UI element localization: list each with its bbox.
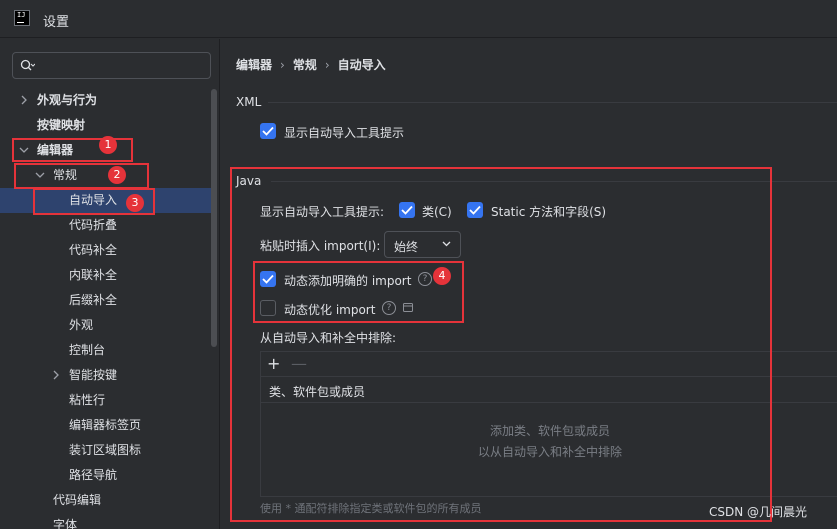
annotation-box-dynamic-imports — [253, 261, 464, 323]
breadcrumb-separator-icon: › — [324, 58, 330, 72]
xml-section-divider — [268, 102, 837, 103]
window-title: 设置 — [43, 15, 70, 30]
sidebar-item-breadcrumbs[interactable]: 路径导航 — [0, 463, 212, 488]
chevron-right-icon[interactable] — [51, 370, 61, 380]
sidebar-item-inline-completion[interactable]: 内联补全 — [0, 263, 212, 288]
sidebar-item-label: 后缀补全 — [69, 293, 118, 307]
sidebar-item-label: 智能按键 — [69, 368, 118, 382]
sidebar-item-console[interactable]: 控制台 — [0, 338, 212, 363]
sidebar-item-sticky-lines[interactable]: 粘性行 — [0, 388, 212, 413]
title-bar: IJ 设置 — [0, 0, 837, 38]
sidebar-item-label: 代码编辑 — [53, 493, 102, 507]
chevron-right-icon[interactable] — [19, 95, 29, 105]
sidebar-item-label: 按键映射 — [37, 118, 86, 132]
sidebar-item-label: 编辑器标签页 — [69, 418, 142, 432]
sidebar-scrollbar[interactable] — [211, 89, 217, 347]
breadcrumb-auto-import: 自动导入 — [337, 58, 386, 72]
sidebar-item-label: 内联补全 — [69, 268, 118, 282]
annotation-badge-4: 4 — [433, 267, 451, 285]
sidebar-item-code-editing[interactable]: 代码编辑 — [0, 488, 212, 513]
sidebar-item-label: 外观 — [69, 318, 94, 332]
annotation-box-java — [230, 167, 772, 522]
search-box[interactable] — [12, 52, 211, 79]
sidebar-item-gutter-icons[interactable]: 装订区域图标 — [0, 438, 212, 463]
breadcrumb-editor[interactable]: 编辑器 — [236, 58, 272, 72]
sidebar-item-code-folding[interactable]: 代码折叠 — [0, 213, 212, 238]
sidebar-item-label: 路径导航 — [69, 468, 118, 482]
sidebar-item-appearance-editor[interactable]: 外观 — [0, 313, 212, 338]
xml-show-popup-checkbox[interactable] — [260, 123, 276, 139]
sidebar-item-appearance[interactable]: 外观与行为 — [0, 88, 212, 113]
sidebar-item-label: 代码折叠 — [69, 218, 118, 232]
annotation-box-general — [14, 163, 149, 189]
settings-sidebar: 外观与行为 按键映射 编辑器 常规 自动导入 代码折叠 代码补全 内联补全 后缀… — [0, 39, 220, 529]
checkmark-icon — [262, 126, 274, 136]
watermark: CSDN @几间晨光 — [709, 505, 808, 519]
sidebar-item-code-completion[interactable]: 代码补全 — [0, 238, 212, 263]
intellij-logo-icon: IJ — [14, 10, 30, 26]
xml-show-popup-label[interactable]: 显示自动导入工具提示 — [284, 124, 404, 141]
annotation-badge-2: 2 — [108, 166, 126, 184]
annotation-badge-1: 1 — [99, 136, 117, 154]
search-input[interactable] — [41, 56, 206, 75]
sidebar-item-label: 外观与行为 — [37, 93, 98, 107]
sidebar-item-label: 字体 — [53, 518, 78, 529]
breadcrumb-separator-icon: › — [280, 58, 285, 72]
sidebar-item-font[interactable]: 字体 — [0, 513, 212, 529]
sidebar-item-editor-tabs[interactable]: 编辑器标签页 — [0, 413, 212, 438]
sidebar-item-label: 控制台 — [69, 343, 106, 357]
sidebar-item-smart-keys[interactable]: 智能按键 — [0, 363, 212, 388]
sidebar-item-keymap[interactable]: 按键映射 — [0, 113, 212, 138]
breadcrumb: 编辑器 › 常规 › 自动导入 — [236, 56, 386, 73]
breadcrumb-general[interactable]: 常规 — [293, 58, 317, 72]
sidebar-item-label: 代码补全 — [69, 243, 118, 257]
sidebar-item-postfix-completion[interactable]: 后缀补全 — [0, 288, 212, 313]
sidebar-item-label: 粘性行 — [69, 393, 106, 407]
search-icon — [20, 59, 35, 71]
annotation-badge-3: 3 — [126, 194, 144, 212]
sidebar-item-label: 装订区域图标 — [69, 443, 142, 457]
xml-section-title: XML — [236, 95, 262, 109]
